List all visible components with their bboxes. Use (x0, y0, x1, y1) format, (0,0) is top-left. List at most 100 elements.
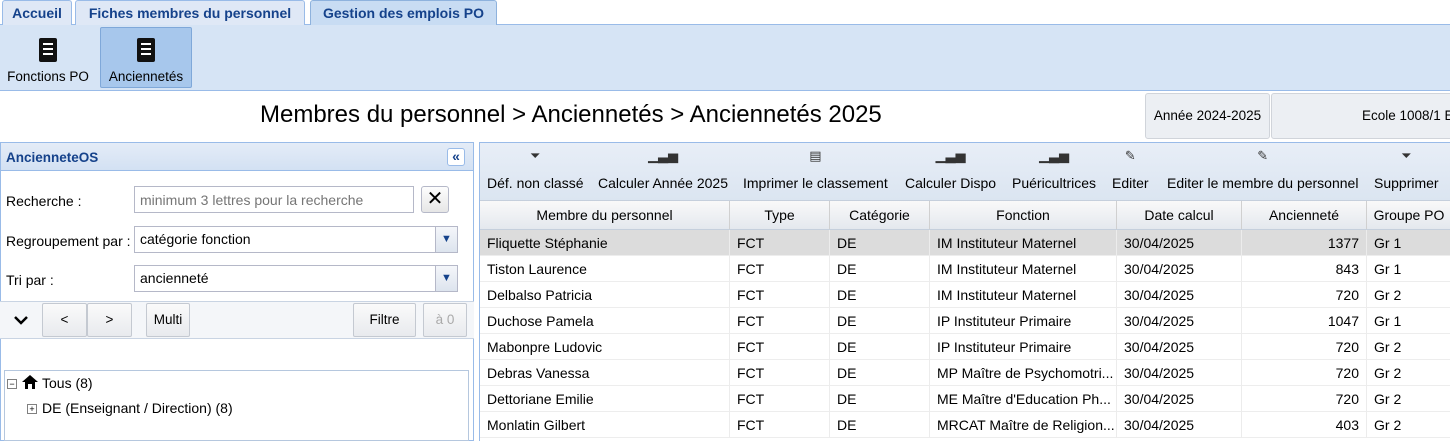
close-icon: ✕ (426, 188, 444, 210)
cell-membre: Debras Vanessa (480, 360, 730, 386)
filter-count-badge: à 0 (423, 303, 467, 337)
edit-icon: ✎ (1257, 148, 1269, 163)
cell-groupe-po: Gr 1 (1367, 230, 1450, 256)
table-row[interactable]: Mabonpre Ludovic FCT DE IP Instituteur Prim… (480, 334, 1450, 360)
imprimer-button[interactable]: ▤ Imprimer le classement (743, 145, 888, 191)
next-button[interactable]: > (87, 303, 132, 337)
cell-membre: Duchose Pamela (480, 308, 730, 334)
school-selector[interactable]: Ecole 1008/1 E (1271, 93, 1450, 139)
table-row[interactable]: Monlatin Gilbert FCT DE MRCAT Maître de Rel… (480, 412, 1450, 438)
group-tree: − Tous (8) + DE (Enseignant / Direction) (… (4, 370, 469, 441)
cell-anciennete: 720 (1242, 386, 1367, 412)
puericultrices-button[interactable]: ▁▃▅ Puéricultrices (1012, 145, 1096, 191)
table-row[interactable]: Dettoriane Emilie FCT DE ME Maître d'Educat… (480, 386, 1450, 412)
cell-categorie: DE (830, 282, 930, 308)
cell-type: FCT (730, 386, 830, 412)
filtre-button[interactable]: Filtre (353, 303, 416, 337)
table-row[interactable]: Delbalso Patricia FCT DE IM Instituteur Mat… (480, 282, 1450, 308)
column-header-groupe-po[interactable]: Groupe PO (1367, 201, 1450, 229)
calculer-dispo-button[interactable]: ▁▃▅ Calculer Dispo (905, 145, 996, 191)
document-icon (137, 38, 155, 62)
chevron-down-icon[interactable]: ▼ (435, 227, 457, 252)
chevron-down-icon[interactable]: ▼ (435, 266, 457, 291)
top-tab-bar: Accueil Fiches membres du personnel Gest… (0, 0, 1450, 25)
cell-date-calcul: 30/04/2025 (1117, 412, 1242, 438)
fonctions-po-label: Fonctions PO (7, 69, 89, 84)
breadcrumb: Membres du personnel > Anciennetés > Anc… (260, 101, 882, 128)
cell-fonction: MRCAT Maître de Religion... (930, 412, 1117, 438)
column-header-fonction[interactable]: Fonction (930, 201, 1117, 229)
print-document-icon: ▤ (809, 148, 822, 163)
column-header-date-calcul[interactable]: Date calcul (1117, 201, 1242, 229)
cell-fonction: IM Instituteur Maternel (930, 230, 1117, 256)
cell-membre: Dettoriane Emilie (480, 386, 730, 412)
cell-groupe-po: Gr 1 (1367, 308, 1450, 334)
column-header-anciennete[interactable]: Ancienneté (1242, 201, 1367, 229)
collapse-toggle-icon[interactable]: − (7, 379, 17, 389)
table-row[interactable]: Debras Vanessa FCT DE MP Maître de Psychomo… (480, 360, 1450, 386)
tree-node-de[interactable]: + DE (Enseignant / Direction) (8) (27, 400, 233, 416)
cell-fonction: IP Instituteur Primaire (930, 308, 1117, 334)
supprimer-button[interactable]: ⏷ Supprimer (1374, 145, 1439, 191)
cell-groupe-po: Gr 2 (1367, 360, 1450, 386)
table-row[interactable]: Fliquette Stéphanie FCT DE IM Instituteur M… (480, 230, 1450, 256)
previous-button[interactable]: < (42, 303, 87, 337)
cell-type: FCT (730, 282, 830, 308)
regroupement-select[interactable]: catégorie fonction ▼ (134, 226, 458, 253)
cell-fonction: MP Maître de Psychomotri... (930, 360, 1117, 386)
funnel-icon: ⏷ (1401, 148, 1412, 163)
cell-type: FCT (730, 256, 830, 282)
table-row[interactable]: Tiston Laurence FCT DE IM Instituteur Mater… (480, 256, 1450, 282)
cell-type: FCT (730, 412, 830, 438)
cell-anciennete: 1377 (1242, 230, 1367, 256)
cell-categorie: DE (830, 256, 930, 282)
cell-anciennete: 720 (1242, 334, 1367, 360)
tab-fiches-membres[interactable]: Fiches membres du personnel (75, 0, 305, 25)
cell-date-calcul: 30/04/2025 (1117, 360, 1242, 386)
puericultrices-label: Puéricultrices (1012, 175, 1097, 191)
regroupement-label: Regroupement par : (6, 233, 131, 249)
editer-membre-button[interactable]: ✎ Editer le membre du personnel (1167, 145, 1358, 191)
collapse-icon[interactable]: « (447, 148, 465, 166)
cell-membre: Mabonpre Ludovic (480, 334, 730, 360)
calculer-annee-label: Calculer Année 2025 (598, 175, 728, 191)
cell-type: FCT (730, 334, 830, 360)
tab-gestion-emplois[interactable]: Gestion des emplois PO (310, 0, 497, 25)
recherche-label: Recherche : (6, 193, 82, 209)
cell-anciennete: 720 (1242, 282, 1367, 308)
anciennetes-button[interactable]: Anciennetés (100, 27, 192, 88)
def-non-classe-button[interactable]: ⏷ Déf. non classé (487, 145, 584, 191)
grid-header: Membre du personnel Type Catégorie Fonct… (480, 200, 1450, 230)
calculer-dispo-label: Calculer Dispo (905, 175, 997, 191)
cell-groupe-po: Gr 2 (1367, 386, 1450, 412)
funnel-icon: ⏷ (530, 148, 541, 163)
column-header-type[interactable]: Type (730, 201, 830, 229)
cell-fonction: IP Instituteur Primaire (930, 334, 1117, 360)
multi-button[interactable]: Multi (146, 303, 190, 337)
tri-label: Tri par : (6, 272, 54, 288)
tree-node-tous[interactable]: − Tous (8) (7, 375, 93, 391)
cell-categorie: DE (830, 360, 930, 386)
bar-chart-icon: ▁▃▅ (935, 148, 966, 163)
clear-search-button[interactable]: ✕ (421, 186, 449, 213)
tab-accueil[interactable]: Accueil (2, 0, 72, 25)
calculer-annee-button[interactable]: ▁▃▅ Calculer Année 2025 (598, 145, 728, 191)
search-input[interactable] (134, 186, 414, 213)
cell-categorie: DE (830, 412, 930, 438)
cell-groupe-po: Gr 2 (1367, 282, 1450, 308)
panel-title: AncienneteOS (6, 150, 99, 165)
cell-date-calcul: 30/04/2025 (1117, 386, 1242, 412)
cell-anciennete: 720 (1242, 360, 1367, 386)
tri-select[interactable]: ancienneté ▼ (134, 265, 458, 292)
expand-button[interactable] (0, 303, 42, 337)
column-header-membre[interactable]: Membre du personnel (480, 201, 730, 229)
expand-toggle-icon[interactable]: + (27, 404, 37, 414)
column-header-categorie[interactable]: Catégorie (830, 201, 930, 229)
table-row[interactable]: Duchose Pamela FCT DE IP Instituteur Primai… (480, 308, 1450, 334)
cell-categorie: DE (830, 230, 930, 256)
year-selector[interactable]: Année 2024-2025 (1145, 93, 1270, 139)
cell-type: FCT (730, 230, 830, 256)
fonctions-po-button[interactable]: Fonctions PO (2, 27, 94, 88)
edit-icon: ✎ (1124, 148, 1136, 163)
editer-button[interactable]: ✎ Editer (1112, 145, 1149, 191)
